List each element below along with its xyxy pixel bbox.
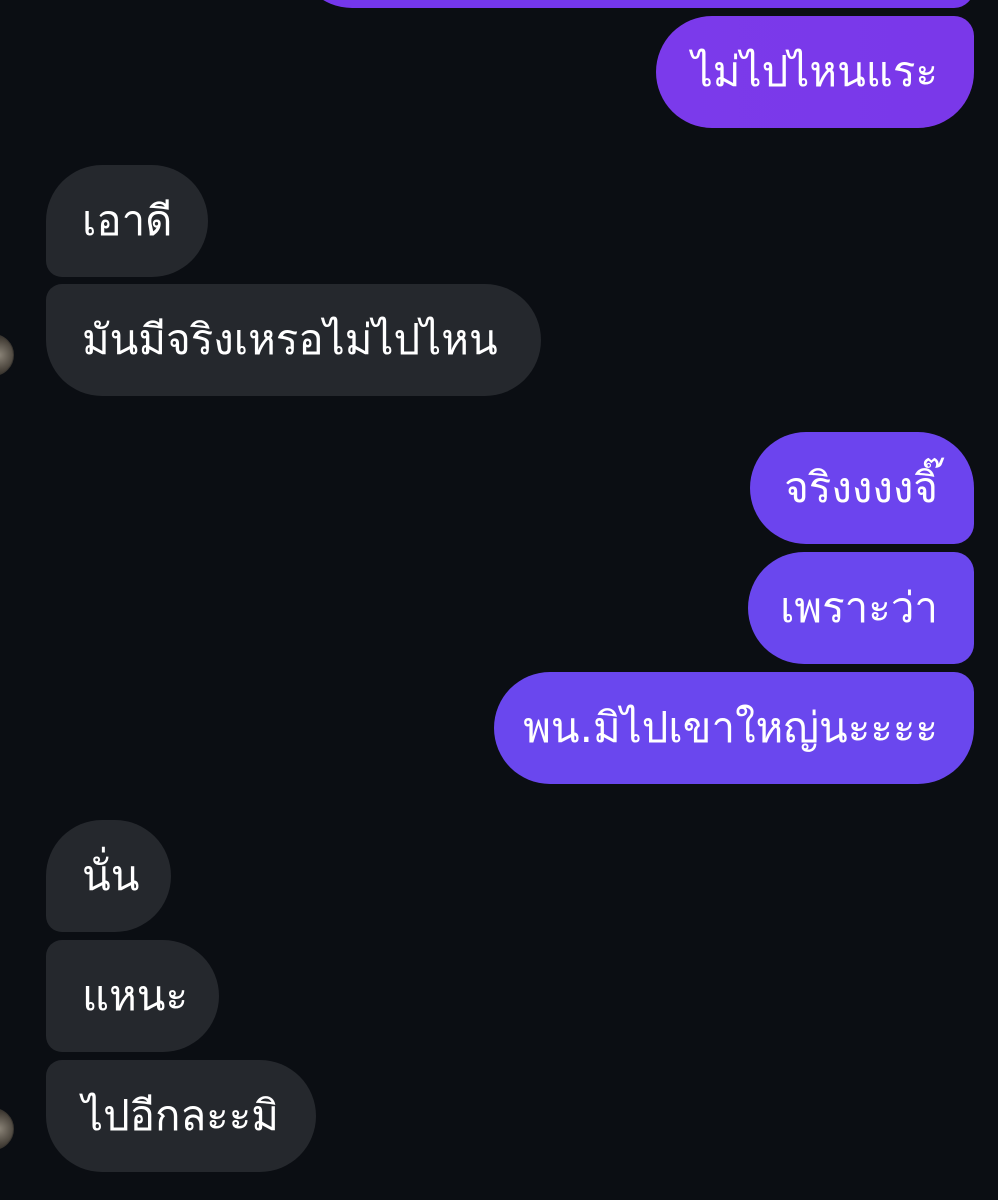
message-text: เอาดี — [82, 196, 173, 245]
message-bubble-incoming[interactable]: ไปอีกละะมิ — [46, 1060, 316, 1172]
message-bubble-outgoing[interactable]: ไม่ไปไหนแระ — [656, 16, 974, 128]
message-text: ไปอีกละะมิ — [82, 1091, 279, 1140]
message-bubble-outgoing[interactable]: พน.มิไปเขาใหญ่นะะะะ — [494, 672, 974, 784]
message-text: เพราะว่า — [780, 583, 938, 632]
message-text: นั่น — [82, 851, 140, 900]
sender-avatar[interactable] — [0, 334, 14, 376]
message-text: แหนะ — [82, 971, 189, 1020]
message-text: จริงงงงจิ๊ — [784, 463, 938, 512]
message-bubble-incoming[interactable]: แหนะ — [46, 940, 219, 1052]
message-bubble-incoming[interactable]: นั่น — [46, 820, 171, 932]
message-bubble-outgoing[interactable]: จริงงงงจิ๊ — [750, 432, 974, 544]
message-bubble-incoming[interactable]: เอาดี — [46, 165, 208, 277]
message-bubble-outgoing[interactable]: เพราะว่า — [748, 552, 974, 664]
sender-avatar[interactable] — [0, 1108, 14, 1150]
message-text: มันมีจริงเหรอไม่ไปไหน — [82, 315, 498, 364]
message-bubble-outgoing-partial[interactable] — [296, 0, 974, 8]
message-text: พน.มิไปเขาใหญ่นะะะะ — [523, 703, 938, 752]
message-bubble-incoming[interactable]: มันมีจริงเหรอไม่ไปไหน — [46, 284, 541, 396]
message-text: ไม่ไปไหนแระ — [691, 47, 938, 96]
